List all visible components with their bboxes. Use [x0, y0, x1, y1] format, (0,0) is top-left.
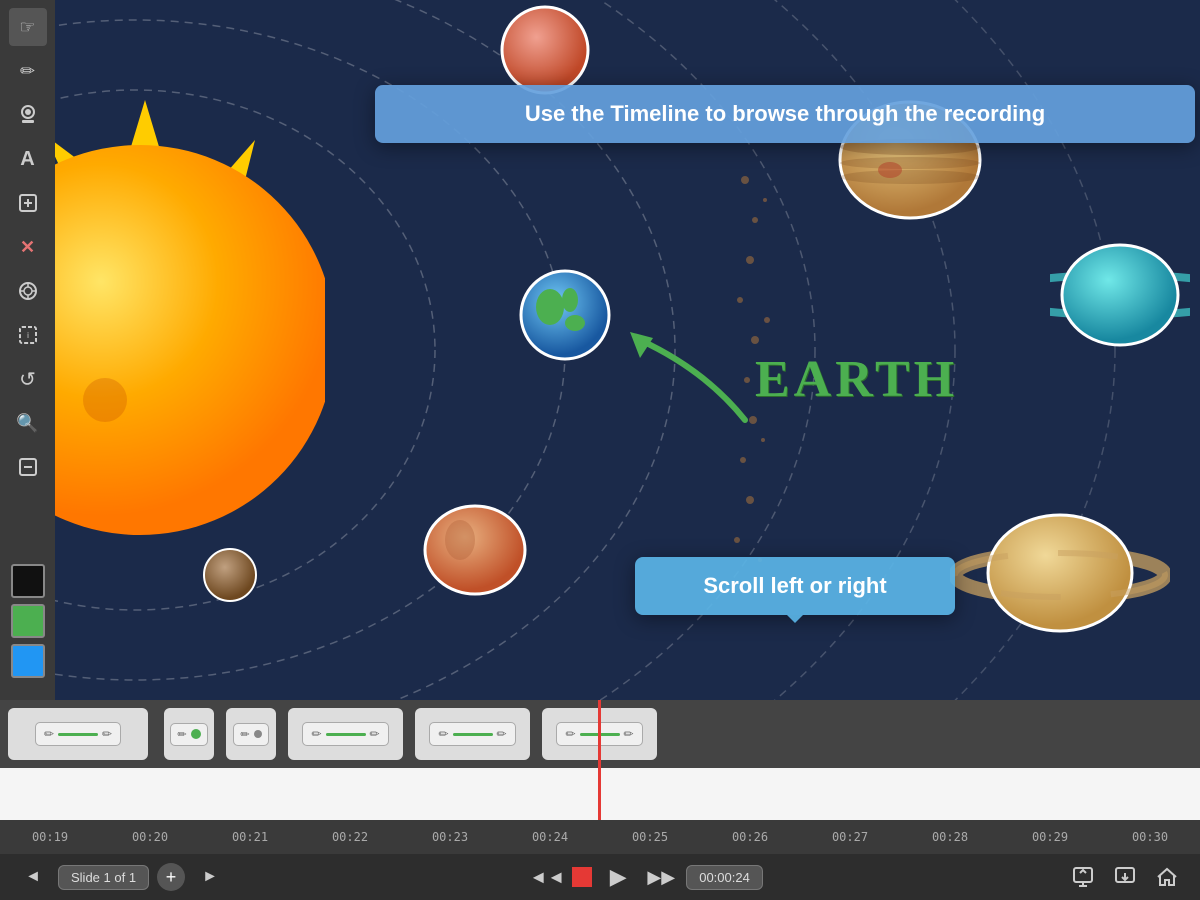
time-tick-3: 00:21 [200, 830, 300, 844]
time-tick-8: 00:26 [700, 830, 800, 844]
scroll-tooltip: Scroll left or right [635, 557, 955, 615]
small-moon [200, 545, 260, 605]
time-tick-2: 00:20 [100, 830, 200, 844]
slide-navigation: ◄ Slide 1 of 1 + ► [16, 860, 227, 894]
timeline-ruler: 00:19 00:20 00:21 00:22 00:23 00:24 00:2… [0, 820, 1200, 854]
time-tick-6: 00:24 [500, 830, 600, 844]
saturn-planet [950, 485, 1170, 645]
timeline-area: ✏ ✏ ✏ ✏ ✏ ✏ [0, 700, 1200, 900]
color-black[interactable] [11, 564, 45, 598]
neptune-planet [1050, 230, 1190, 360]
clip-item-2[interactable]: ✏ [164, 708, 214, 760]
stamp-tool[interactable] [9, 96, 47, 134]
clip-item-1[interactable]: ✏ ✏ [8, 708, 148, 760]
main-canvas: EARTH Use the Timeline to browse through… [55, 0, 1200, 700]
small-planet [420, 500, 530, 600]
time-tick-12: 00:30 [1100, 830, 1200, 844]
pencil-tool[interactable]: ✏ [9, 52, 47, 90]
time-tick-1: 00:19 [0, 830, 100, 844]
time-display: 00:00:24 [686, 865, 763, 890]
cursor-tool[interactable]: ☞ [9, 8, 47, 46]
minus-tool[interactable] [9, 448, 47, 486]
home-button[interactable] [1150, 860, 1184, 894]
timeline-tooltip: Use the Timeline to browse through the r… [375, 85, 1195, 143]
download-button[interactable] [1108, 860, 1142, 894]
arrow [585, 290, 765, 450]
time-tick-9: 00:27 [800, 830, 900, 844]
playhead[interactable] [598, 700, 601, 820]
color-green[interactable] [11, 604, 45, 638]
slide-indicator[interactable]: Slide 1 of 1 [58, 865, 149, 890]
undo-tool[interactable]: ↺ [9, 360, 47, 398]
select-tool[interactable]: i [9, 316, 47, 354]
left-toolbar: ☞ ✏ A ✕ i ↺ 🔍 [0, 0, 55, 700]
next-slide-button[interactable]: ► [193, 860, 227, 894]
clip-item-5[interactable]: ✏ ✏ [415, 708, 530, 760]
time-tick-10: 00:28 [900, 830, 1000, 844]
color-blue[interactable] [11, 644, 45, 678]
zoom-tool[interactable]: 🔍 [9, 404, 47, 442]
target-tool[interactable] [9, 272, 47, 310]
earth-text-label: EARTH [755, 350, 958, 409]
playback-controls: ◄◄ ▶ ▶▶ 00:00:24 [530, 859, 763, 895]
time-tick-7: 00:25 [600, 830, 700, 844]
text-tool[interactable]: A [9, 140, 47, 178]
clip-item-3[interactable]: ✏ [226, 708, 276, 760]
add-tool[interactable] [9, 184, 47, 222]
sun [55, 90, 325, 590]
bottom-controls: ◄ Slide 1 of 1 + ► ◄◄ ▶ ▶▶ 00:00:24 [0, 854, 1200, 900]
export-controls [1066, 860, 1184, 894]
prev-slide-button[interactable]: ◄ [16, 860, 50, 894]
play-button[interactable]: ▶ [600, 859, 636, 895]
svg-text:i: i [27, 331, 29, 340]
rewind-button[interactable]: ◄◄ [530, 860, 564, 894]
fast-forward-button[interactable]: ▶▶ [644, 860, 678, 894]
clip-item-4[interactable]: ✏ ✏ [288, 708, 403, 760]
add-slide-button[interactable]: + [157, 863, 185, 891]
delete-tool[interactable]: ✕ [9, 228, 47, 266]
time-tick-5: 00:23 [400, 830, 500, 844]
time-tick-4: 00:22 [300, 830, 400, 844]
record-button[interactable] [572, 867, 592, 887]
export-button[interactable] [1066, 860, 1100, 894]
time-tick-11: 00:29 [1000, 830, 1100, 844]
